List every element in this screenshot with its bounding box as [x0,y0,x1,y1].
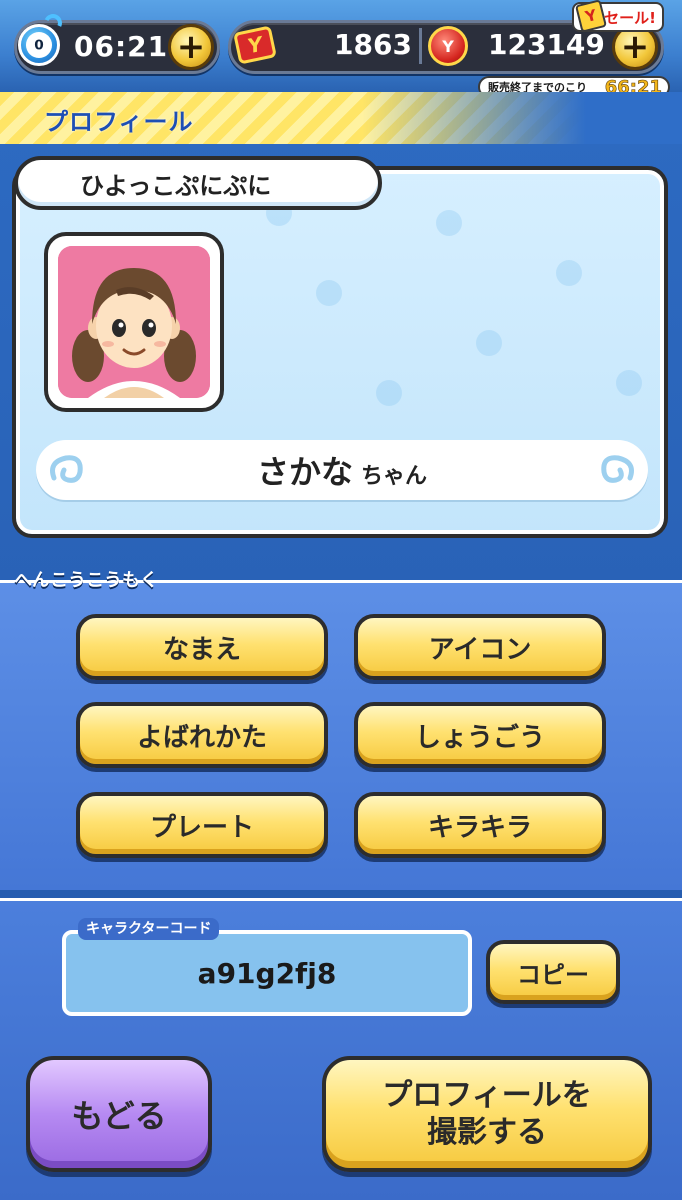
page-title: プロフィール [44,108,194,136]
ticket-count: 1863 [334,28,412,61]
coin-icon: Y [428,26,468,66]
avatar-girl-icon [58,246,210,398]
sale-badge[interactable]: Y セール! [572,0,664,33]
swirl-right-icon [601,455,634,483]
edit-icon-button[interactable]: アイコン [354,614,606,680]
back-button[interactable]: もどる [26,1056,212,1172]
title-name-text: ひよっこぷにぷに [80,171,272,200]
copy-button[interactable]: コピー [486,940,620,1004]
stamina-level: 0 [25,31,53,59]
avatar [58,246,210,398]
sale-ticket-icon: Y [574,0,608,33]
take-profile-photo-button[interactable]: プロフィールを 撮影する [322,1056,652,1172]
edit-plate-button[interactable]: プレート [76,792,328,858]
character-code-label: キャラクターコード [78,918,220,940]
photo-button-line1: プロフィールを [382,1077,592,1113]
character-code-field: a91g2fj8 [62,930,472,1016]
edit-title-button[interactable]: しょうごう [354,702,606,768]
name-plate: さかな ちゃん [36,440,648,500]
game-screen: 0 06:21 + Y 1863 Y 123149 + Y セール! 販売終了ま… [0,0,682,1200]
stamina-clock-icon: 0 [14,10,65,70]
edit-section-label: へんこうこうもく [14,570,158,591]
avatar-frame [44,232,224,412]
profile-title-name: ひよっこぷにぷに [14,156,382,210]
photo-button-line2: 撮影する [427,1115,547,1150]
sale-label: セール! [604,8,656,27]
character-code-value: a91g2fj8 [197,956,337,990]
edit-nickname-button[interactable]: よばれかた [76,702,328,768]
coin-count: 123149 [488,28,605,61]
edit-name-button[interactable]: なまえ [76,614,328,680]
edit-sparkle-button[interactable]: キラキラ [354,792,606,858]
player-name: さかな [256,453,353,491]
swirl-left-icon [50,455,83,483]
currency-divider [419,28,422,64]
stamina-timer: 06:21 [74,30,169,63]
add-stamina-button[interactable]: + [168,24,214,70]
player-honorific: ちゃん [361,464,428,489]
